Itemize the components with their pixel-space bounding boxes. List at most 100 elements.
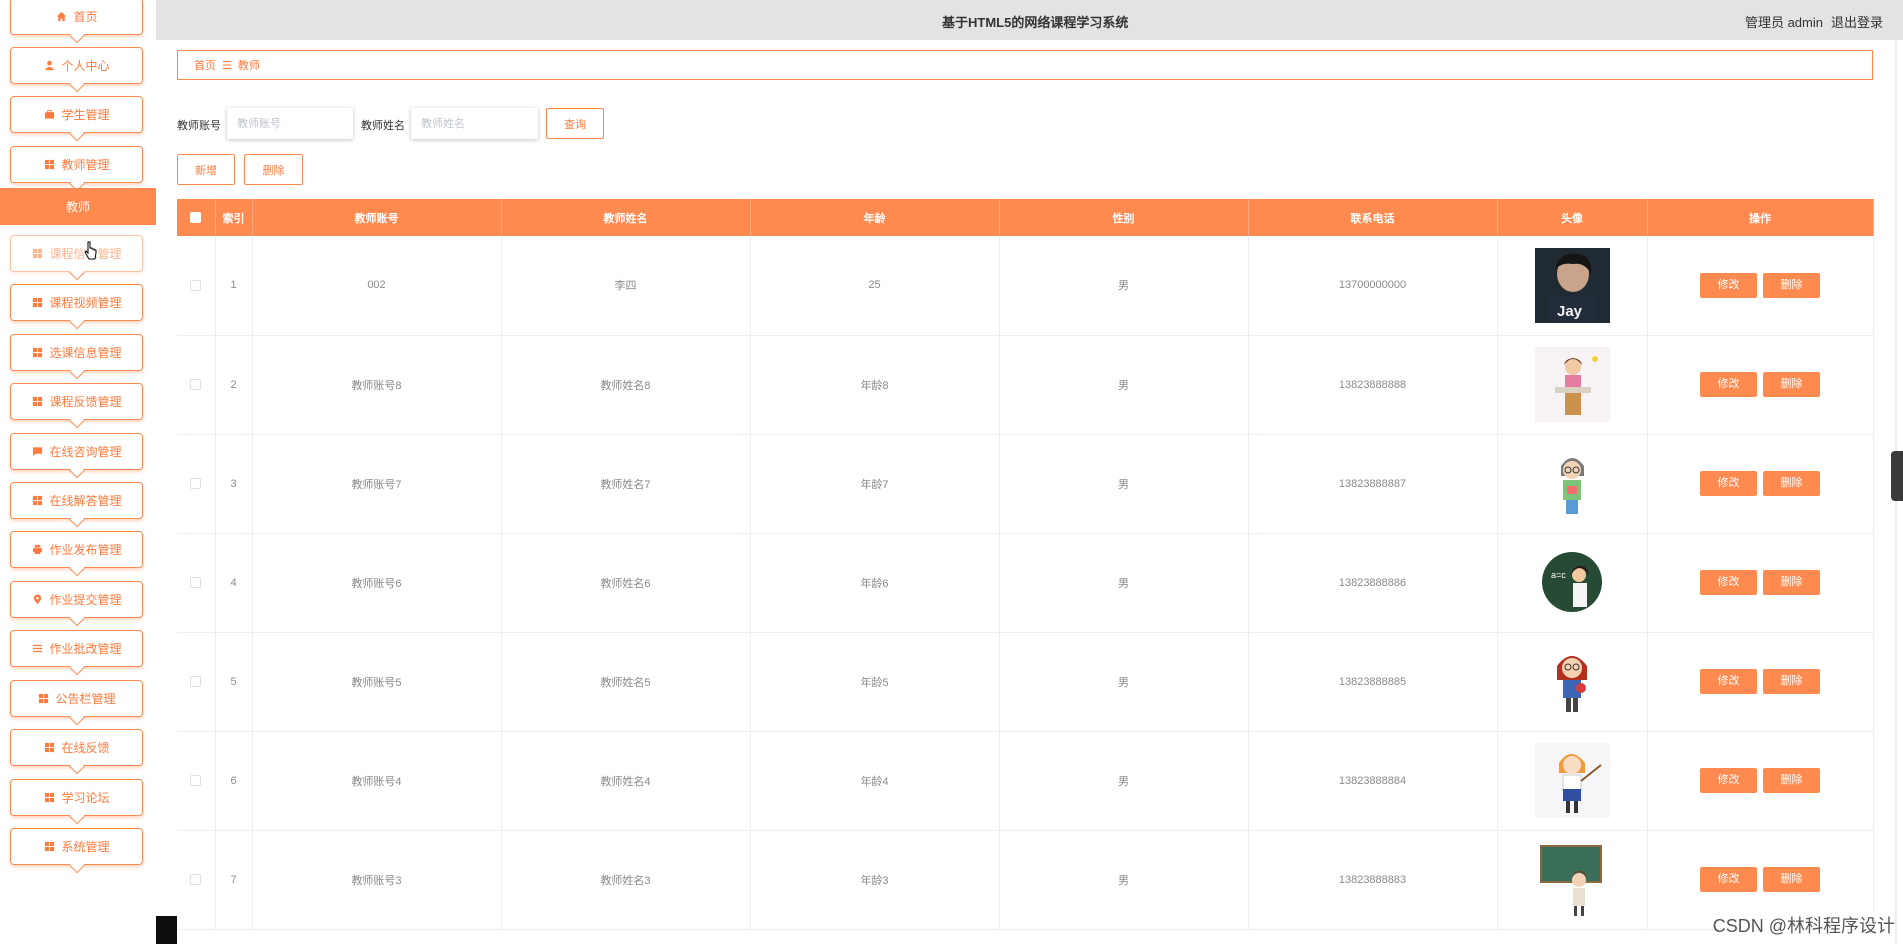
grid-icon <box>31 297 43 309</box>
grid-icon <box>31 248 43 260</box>
cell-gender: 男 <box>999 434 1249 534</box>
sidebar-item-label: 课程反馈管理 <box>49 395 122 409</box>
cell-avatar <box>1497 632 1648 732</box>
cell-avatar <box>1497 434 1648 534</box>
sidebar-item-9[interactable]: 课程反馈管理 <box>10 383 143 420</box>
printer-icon <box>31 544 43 556</box>
grid-icon <box>43 742 55 754</box>
row-checkbox[interactable] <box>190 676 202 688</box>
sidebar-item-17[interactable]: 学习论坛 <box>10 779 143 816</box>
sidebar-item-13[interactable]: 作业提交管理 <box>10 581 143 618</box>
sidebar-item-18[interactable]: 系统管理 <box>10 828 143 865</box>
edit-button[interactable]: 修改 <box>1700 272 1757 298</box>
batch-delete-button[interactable]: 删除 <box>244 154 303 185</box>
account-search-label: 教师账号 <box>177 120 221 132</box>
edit-button[interactable]: 修改 <box>1700 669 1757 694</box>
home-icon <box>55 11 67 23</box>
sidebar-item-label: 教师 <box>65 200 90 214</box>
cell-age: 25 <box>750 236 1000 336</box>
delete-button[interactable]: 删除 <box>1763 471 1820 496</box>
cell-account: 002 <box>252 236 502 336</box>
add-button[interactable]: 新增 <box>177 154 235 185</box>
edit-button[interactable]: 修改 <box>1700 372 1757 397</box>
cell-gender: 男 <box>999 533 1249 633</box>
grid-icon <box>31 347 43 359</box>
edit-button[interactable]: 修改 <box>1700 768 1757 793</box>
app-title: 基于HTML5的网络课程学习系统 <box>942 15 1129 30</box>
sidebar-item-7[interactable]: 课程视频管理 <box>10 284 143 321</box>
select-all-header <box>177 199 216 236</box>
header-phone: 联系电话 <box>1248 199 1498 236</box>
row-checkbox[interactable] <box>190 874 202 886</box>
grid-icon <box>31 396 43 408</box>
edit-button[interactable]: 修改 <box>1700 867 1757 892</box>
grid-icon <box>37 693 49 705</box>
row-select-cell <box>177 434 216 534</box>
sidebar-item-6[interactable]: 课程信息管理 <box>10 235 143 272</box>
cell-account: 教师账号3 <box>252 830 502 930</box>
row-checkbox[interactable] <box>190 379 202 391</box>
cell-phone: 13823888888 <box>1248 335 1498 435</box>
table-row: 1 002 李四 25 男 13700000000 Jay 修改 删除 <box>177 236 1874 336</box>
sidebar-item-1[interactable]: 首页 <box>10 0 143 35</box>
svg-text:Jay: Jay <box>1557 303 1583 320</box>
top-bar: 基于HTML5的网络课程学习系统 管理员 admin 退出登录 <box>156 0 1903 40</box>
row-select-cell <box>177 632 216 732</box>
sidebar-item-14[interactable]: 作业批改管理 <box>10 630 143 667</box>
cell-avatar: Jay <box>1497 236 1648 336</box>
sidebar-item-8[interactable]: 选课信息管理 <box>10 334 143 371</box>
delete-button[interactable]: 删除 <box>1763 768 1820 793</box>
delete-button[interactable]: 删除 <box>1763 372 1820 397</box>
sidebar-item-16[interactable]: 在线反馈 <box>10 729 143 766</box>
avatar-teacher-reading <box>1534 347 1610 422</box>
sidebar-item-3[interactable]: 学生管理 <box>10 96 143 133</box>
sidebar-item-11[interactable]: 在线解答管理 <box>10 482 143 519</box>
edit-button[interactable]: 修改 <box>1700 570 1757 595</box>
sidebar-item-teacher-active[interactable]: 教师 <box>0 188 156 225</box>
user-role: 管理员 admin <box>1744 15 1823 30</box>
delete-button[interactable]: 删除 <box>1763 570 1820 595</box>
delete-button[interactable]: 删除 <box>1763 669 1820 694</box>
avatar-teacher-board <box>1534 842 1610 917</box>
delete-button[interactable]: 删除 <box>1763 272 1820 298</box>
cell-phone: 13700000000 <box>1248 236 1498 336</box>
sidebar-item-15[interactable]: 公告栏管理 <box>10 680 143 717</box>
row-checkbox[interactable] <box>190 279 202 291</box>
logout-link[interactable]: 退出登录 <box>1831 12 1883 31</box>
cell-index: 7 <box>215 830 253 930</box>
breadcrumb-home[interactable]: 首页 <box>194 57 216 73</box>
cell-index: 5 <box>215 632 253 732</box>
row-checkbox[interactable] <box>190 577 202 589</box>
cell-age: 年龄7 <box>750 434 1000 534</box>
query-button[interactable]: 查询 <box>546 108 604 139</box>
sidebar-item-label: 课程视频管理 <box>49 296 122 310</box>
cell-account: 教师账号6 <box>252 533 502 633</box>
user-icon <box>43 60 55 72</box>
cell-actions: 修改 删除 <box>1647 731 1874 831</box>
row-checkbox[interactable] <box>190 775 202 787</box>
delete-button[interactable]: 删除 <box>1763 867 1820 892</box>
sidebar-item-label: 作业提交管理 <box>49 593 122 607</box>
name-search-input[interactable] <box>411 108 538 139</box>
breadcrumb-current: 教师 <box>237 60 260 72</box>
sidebar-item-4[interactable]: 教师管理 <box>10 146 143 183</box>
sidebar-item-10[interactable]: 在线咨询管理 <box>10 433 143 470</box>
cell-name: 教师姓名5 <box>501 632 751 732</box>
edit-button[interactable]: 修改 <box>1700 471 1757 496</box>
account-search-input[interactable] <box>227 108 353 139</box>
grid-icon <box>43 841 55 853</box>
row-checkbox[interactable] <box>190 478 202 490</box>
row-select-cell <box>177 236 216 336</box>
select-all-checkbox[interactable] <box>190 212 202 224</box>
sidebar-item-label: 选课信息管理 <box>49 346 122 360</box>
briefcase-icon <box>43 109 55 121</box>
sidebar-item-12[interactable]: 作业发布管理 <box>10 531 143 568</box>
cell-name: 教师姓名4 <box>501 731 751 831</box>
header-actions: 操作 <box>1647 199 1874 236</box>
cell-phone: 13823888886 <box>1248 533 1498 633</box>
header-gender: 性别 <box>999 199 1249 236</box>
table-row: 3 教师账号7 教师姓名7 年龄7 男 13823888887 修改 删除 <box>177 434 1874 534</box>
cell-name: 教师姓名3 <box>501 830 751 930</box>
side-collapse-tab[interactable] <box>1891 451 1903 501</box>
sidebar-item-2[interactable]: 个人中心 <box>10 47 143 84</box>
